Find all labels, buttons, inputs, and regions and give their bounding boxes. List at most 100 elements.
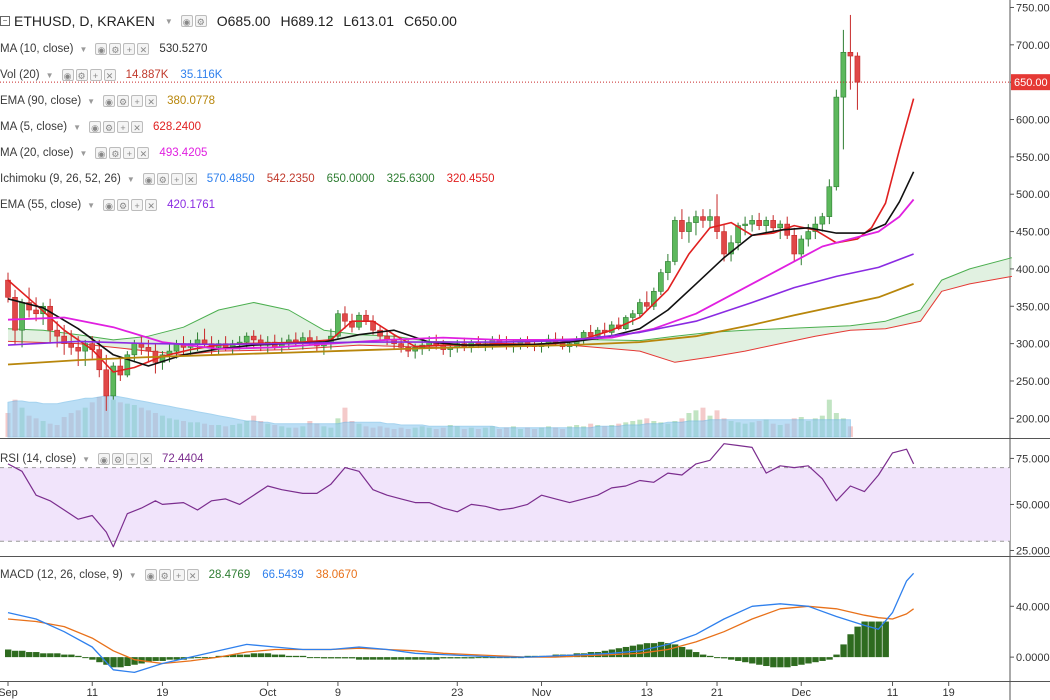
add-icon[interactable]: + [131,199,144,211]
chevron-down-icon[interactable]: ▼ [127,175,135,184]
chevron-down-icon[interactable]: ▼ [46,71,54,80]
add-icon[interactable]: + [117,121,130,133]
time-tick-label: 19 [943,687,955,699]
candle-body [75,347,81,352]
candle-body [854,55,861,83]
close-icon[interactable]: ✕ [137,43,150,55]
settings-icon[interactable]: ⚙ [117,199,130,211]
candle-body [833,96,840,188]
settings-icon[interactable]: ⚙ [103,121,116,133]
add-icon[interactable]: + [125,453,138,465]
candle-body [5,279,11,298]
visibility-icon[interactable]: ◉ [89,121,102,133]
add-icon[interactable]: + [172,569,185,581]
add-icon[interactable]: + [89,69,102,81]
visibility-icon[interactable]: ◉ [180,15,193,27]
chevron-down-icon[interactable]: ▼ [129,571,137,580]
indicator-legend[interactable]: EMA (55, close) ▼ ◉ ⚙ + ✕ 420.1761 [0,196,227,214]
chevron-down-icon[interactable]: ▼ [165,17,173,26]
visibility-icon[interactable]: ◉ [61,69,74,81]
rsi-tick-label: 50.0000 [1016,499,1050,511]
indicator-legend[interactable]: MA (20, close) ▼ ◉ ⚙ + ✕ 493.4205 [0,144,219,162]
settings-icon[interactable]: ⚙ [109,43,122,55]
collapse-icon[interactable]: − [0,16,10,26]
candle-body [12,297,18,331]
macd-histogram-bar [784,657,791,668]
indicator-legend[interactable]: MA (10, close) ▼ ◉ ⚙ + ✕ 530.5270 [0,40,219,58]
indicator-value: 650.0000 [326,173,375,185]
candle-body [103,369,110,397]
macd-histogram-bar [341,657,349,659]
close-icon[interactable]: ✕ [131,121,144,133]
macd-histogram-bar [124,657,131,667]
chevron-down-icon[interactable]: ▼ [80,149,88,158]
add-icon[interactable]: + [123,147,136,159]
rsi-legend[interactable]: RSI (14, close) ▼ ◉ ⚙ + ✕ 72.4404 [0,450,216,468]
chevron-down-icon[interactable]: ▼ [82,455,90,464]
close-icon[interactable]: ✕ [137,147,150,159]
settings-icon[interactable]: ⚙ [109,147,122,159]
add-icon[interactable]: + [123,43,136,55]
candle-body [201,339,208,344]
macd-histogram-bar [306,657,314,659]
close-icon[interactable]: ✕ [145,199,158,211]
visibility-icon[interactable]: ◉ [103,199,116,211]
macd-histogram-bar [756,657,763,665]
rsi-value: 72.4404 [161,453,204,465]
macd-histogram-bar [454,657,461,659]
visibility-icon[interactable]: ◉ [142,173,155,185]
indicator-value: 380.0778 [167,95,216,107]
indicator-legend[interactable]: Vol (20) ▼ ◉ ⚙ + ✕ 14.887K 35.116K [0,66,234,84]
candle-body [777,223,784,229]
chevron-down-icon[interactable]: ▼ [87,201,95,210]
macd-histogram-bar [461,657,468,659]
visibility-icon[interactable]: ◉ [95,147,108,159]
settings-icon[interactable]: ⚙ [158,569,171,581]
macd-histogram-bar [166,657,173,660]
close-icon[interactable]: ✕ [145,95,158,107]
macd-histogram-bar [721,657,728,659]
candle-body [672,220,678,262]
volume-ma-area [7,395,851,438]
candle-body [721,231,727,255]
close-icon[interactable]: ✕ [139,453,152,465]
indicator-value: 493.4205 [159,147,208,159]
indicator-legend[interactable]: Ichimoku (9, 26, 52, 26) ▼ ◉ ⚙ + ✕ 570.4850 542… [0,170,507,188]
candle-body [250,335,257,341]
settings-icon[interactable]: ⚙ [111,453,124,465]
chevron-down-icon[interactable]: ▼ [87,97,95,106]
macd-legend[interactable]: MACD (12, 26, close, 9) ▼ ◉ ⚙ + ✕ 28.4769 6… [0,566,369,584]
indicator-legend[interactable]: EMA (90, close) ▼ ◉ ⚙ + ✕ 380.0778 [0,92,227,110]
candle-body [243,335,250,343]
add-icon[interactable]: + [170,173,183,185]
candle-body [398,343,404,348]
chevron-down-icon[interactable]: ▼ [73,123,81,132]
add-icon[interactable]: + [131,95,144,107]
visibility-icon[interactable]: ◉ [95,43,108,55]
close-icon[interactable]: ✕ [184,173,197,185]
price-tick-label: 700.0000 [1016,40,1050,52]
visibility-icon[interactable]: ◉ [144,569,157,581]
settings-icon[interactable]: ⚙ [194,15,207,27]
settings-icon[interactable]: ⚙ [75,69,88,81]
macd-histogram-bar [678,646,686,658]
close-icon[interactable]: ✕ [186,569,199,581]
visibility-icon[interactable]: ◉ [97,453,110,465]
indicator-legend[interactable]: MA (5, close) ▼ ◉ ⚙ + ✕ 628.2400 [0,118,213,136]
macd-histogram-bar [707,655,714,658]
close-icon[interactable]: ✕ [103,69,116,81]
symbol-title[interactable]: ETHUSD, D, KRAKEN [14,13,155,29]
settings-icon[interactable]: ⚙ [156,173,169,185]
macd-tick-label: 0.0000 [1016,652,1050,664]
indicator-value: 325.6300 [386,173,435,185]
last-price-label: 650.00 [1014,77,1048,89]
macd-histogram-bar [278,654,286,658]
macd-histogram-bar [854,626,861,658]
indicator-name: MA (5, close) [0,121,68,133]
macd-histogram-bar [847,634,854,658]
chevron-down-icon[interactable]: ▼ [80,45,88,54]
candle-body [665,261,671,273]
visibility-icon[interactable]: ◉ [103,95,116,107]
settings-icon[interactable]: ⚙ [117,95,130,107]
time-tick-label: 11 [887,687,898,699]
